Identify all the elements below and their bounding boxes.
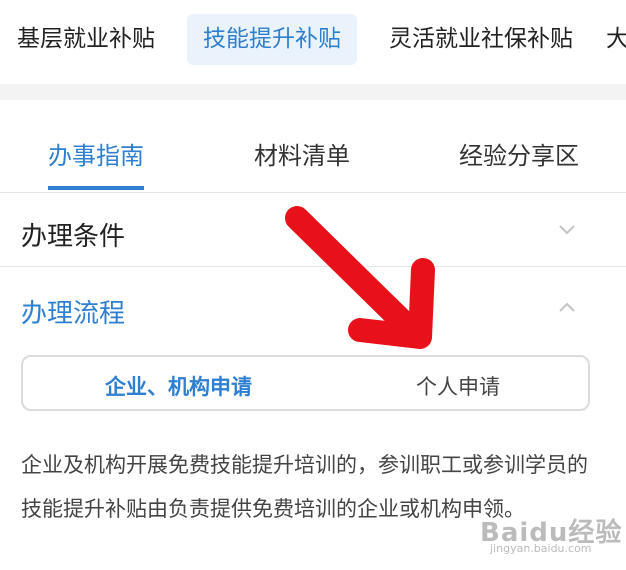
segment-option-individual[interactable]: 个人申请	[416, 371, 500, 401]
watermark-url: jingyan.baidu.com	[490, 542, 592, 555]
applicant-type-segment: 企业、机构申请 个人申请	[21, 355, 590, 411]
tab-materials[interactable]: 材料清单	[254, 136, 350, 171]
tab-guide[interactable]: 办事指南	[48, 136, 144, 171]
category-tab-more[interactable]: 大	[606, 14, 626, 65]
category-tab-grassroots[interactable]: 基层就业补贴	[17, 14, 155, 65]
accordion-process[interactable]: 办理流程	[0, 267, 626, 347]
section-title-process: 办理流程	[21, 299, 126, 329]
section-separator	[0, 84, 626, 100]
category-tab-bar: 基层就业补贴 技能提升补贴 灵活就业社保补贴 大	[0, 0, 626, 84]
active-tab-indicator	[48, 186, 144, 190]
chevron-down-icon[interactable]	[558, 224, 576, 236]
accordion-conditions[interactable]: 办理条件	[0, 192, 626, 267]
category-tab-skill-upgrade[interactable]: 技能提升补贴	[187, 14, 357, 65]
chevron-up-icon[interactable]	[558, 301, 576, 313]
segment-option-enterprise[interactable]: 企业、机构申请	[105, 371, 252, 401]
baidu-watermark: Baidu经验 jingyan.baidu.com	[480, 512, 622, 555]
tab-experience[interactable]: 经验分享区	[459, 136, 579, 171]
category-tab-flexible-employment[interactable]: 灵活就业社保补贴	[389, 14, 573, 65]
sub-tab-bar: 办事指南 材料清单 经验分享区	[0, 100, 626, 193]
section-title-conditions: 办理条件	[21, 222, 126, 252]
